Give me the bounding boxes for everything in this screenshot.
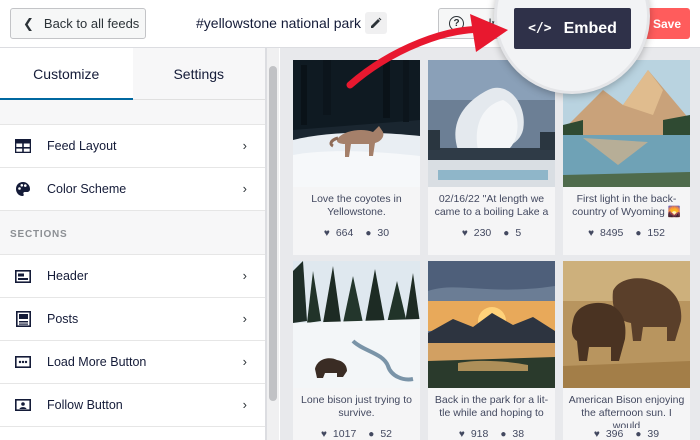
- post-stats: ♥ 918 ● 38: [428, 428, 555, 440]
- likes-count: 396: [605, 428, 624, 440]
- comment-icon: ●: [368, 428, 375, 440]
- post-photo: [293, 261, 420, 388]
- post-caption: Love the coyotes in Yellowstone.: [311, 193, 402, 218]
- post-stats: ♥ 8495 ● 152: [563, 227, 690, 239]
- likes-count: 664: [335, 227, 354, 239]
- post-caption: American Bison enjoying the afternoon su…: [568, 394, 685, 428]
- sidebar-item-label: Header: [47, 269, 88, 283]
- post-stats: ♥ 396 ● 39: [563, 428, 690, 440]
- feed-post[interactable]: 02/16/22 "At length we came to a boiling…: [428, 60, 555, 255]
- comments-count: 30: [377, 227, 390, 239]
- likes-count: 8495: [600, 227, 624, 239]
- chevron-right-icon: ›: [242, 354, 247, 369]
- sidebar-item-feed-layout[interactable]: Feed Layout ›: [0, 125, 265, 168]
- heart-icon: ♥: [323, 227, 330, 239]
- post-photo: [293, 60, 420, 187]
- comment-icon: ●: [503, 227, 510, 239]
- comments-count: 38: [512, 428, 525, 440]
- heart-icon: ♥: [458, 428, 465, 440]
- chevron-right-icon: ›: [242, 268, 247, 283]
- feed-post[interactable]: Love the coyotes in Yellowstone. ♥ 664 ●…: [293, 60, 420, 255]
- sidebar-item-color-scheme[interactable]: Color Scheme ›: [0, 168, 265, 211]
- post-stats: ♥ 1017 ● 52: [293, 428, 420, 440]
- save-button[interactable]: Save: [644, 8, 690, 39]
- feed-post[interactable]: American Bison enjoying the afternoon su…: [563, 261, 690, 440]
- feed-post[interactable]: Lone bison just trying to survive. ♥ 101…: [293, 261, 420, 440]
- back-to-feeds-button[interactable]: ❮ Back to all feeds: [10, 8, 146, 39]
- embed-button-label: Embed: [563, 19, 617, 37]
- post-stats: ♥ 230 ● 5: [428, 227, 555, 239]
- comments-count: 39: [647, 428, 660, 440]
- likes-count: 918: [470, 428, 489, 440]
- comments-count: 152: [647, 227, 665, 239]
- sidebar-item-label: Follow Button: [47, 398, 123, 412]
- likes-count: 1017: [332, 428, 357, 440]
- back-button-label: Back to all feeds: [43, 16, 140, 31]
- chevron-right-icon: ›: [242, 311, 247, 326]
- post-photo: [428, 261, 555, 388]
- follow-icon: [14, 396, 32, 414]
- code-icon: </>: [528, 21, 552, 36]
- heart-icon: ♥: [461, 227, 468, 239]
- post-stats: ♥ 664 ● 30: [293, 227, 420, 239]
- sidebar-item-posts[interactable]: Posts ›: [0, 298, 265, 341]
- customizer-sidebar: Customize Settings Feed Layout › Color S…: [0, 48, 266, 440]
- load-more-icon: [14, 353, 32, 371]
- comments-count: 52: [380, 428, 393, 440]
- comment-icon: ●: [500, 428, 507, 440]
- feed-title: #yellowstone national park: [196, 15, 361, 31]
- comment-icon: ●: [635, 428, 642, 440]
- question-icon: ?: [449, 16, 464, 31]
- palette-icon: [14, 180, 32, 198]
- post-photo: [563, 261, 690, 388]
- chevron-right-icon: ›: [242, 397, 247, 412]
- post-caption: 02/16/22 "At length we came to a boiling…: [434, 193, 549, 218]
- sidebar-item-follow-button[interactable]: Follow Button ›: [0, 384, 265, 427]
- tab-customize[interactable]: Customize: [0, 48, 133, 100]
- feed-post[interactable]: Back in the park for a lit-tle while and…: [428, 261, 555, 440]
- header-icon: [14, 267, 32, 285]
- comments-count: 5: [515, 227, 522, 239]
- sidebar-item-label: Feed Layout: [47, 139, 117, 153]
- tab-settings[interactable]: Settings: [133, 48, 266, 99]
- sidebar-item-label: Load More Button: [47, 355, 147, 369]
- likes-count: 230: [473, 227, 492, 239]
- posts-icon: [14, 310, 32, 328]
- post-caption: First light in the back-country of Wyomi…: [572, 193, 681, 218]
- comment-icon: ●: [635, 227, 642, 239]
- heart-icon: ♥: [588, 227, 594, 239]
- chevron-right-icon: ›: [242, 181, 247, 196]
- sidebar-item-header[interactable]: Header ›: [0, 255, 265, 298]
- heart-icon: ♥: [320, 428, 327, 440]
- chevron-left-icon: ❮: [23, 15, 34, 31]
- sidebar-scrollbar[interactable]: [266, 48, 279, 440]
- embed-button[interactable]: </> Embed: [514, 8, 631, 49]
- post-caption: Lone bison just trying to survive.: [301, 394, 412, 419]
- post-caption: Back in the park for a lit-tle while and…: [434, 394, 549, 419]
- chevron-right-icon: ›: [242, 138, 247, 153]
- feed-preview: Love the coyotes in Yellowstone. ♥ 664 ●…: [280, 48, 700, 440]
- edit-title-button[interactable]: [365, 12, 387, 34]
- sidebar-item-load-more-button[interactable]: Load More Button ›: [0, 341, 265, 384]
- scrollbar-thumb[interactable]: [269, 66, 277, 401]
- comment-icon: ●: [365, 227, 372, 239]
- pencil-icon: [371, 17, 382, 28]
- sidebar-tabs: Customize Settings: [0, 48, 265, 100]
- sidebar-item-label: Posts: [47, 312, 79, 326]
- sections-heading: SECTIONS: [0, 211, 265, 255]
- heart-icon: ♥: [593, 428, 600, 440]
- sidebar-spacer: [0, 100, 265, 125]
- sidebar-item-label: Color Scheme: [47, 182, 127, 196]
- grid-layout-icon: [14, 137, 32, 155]
